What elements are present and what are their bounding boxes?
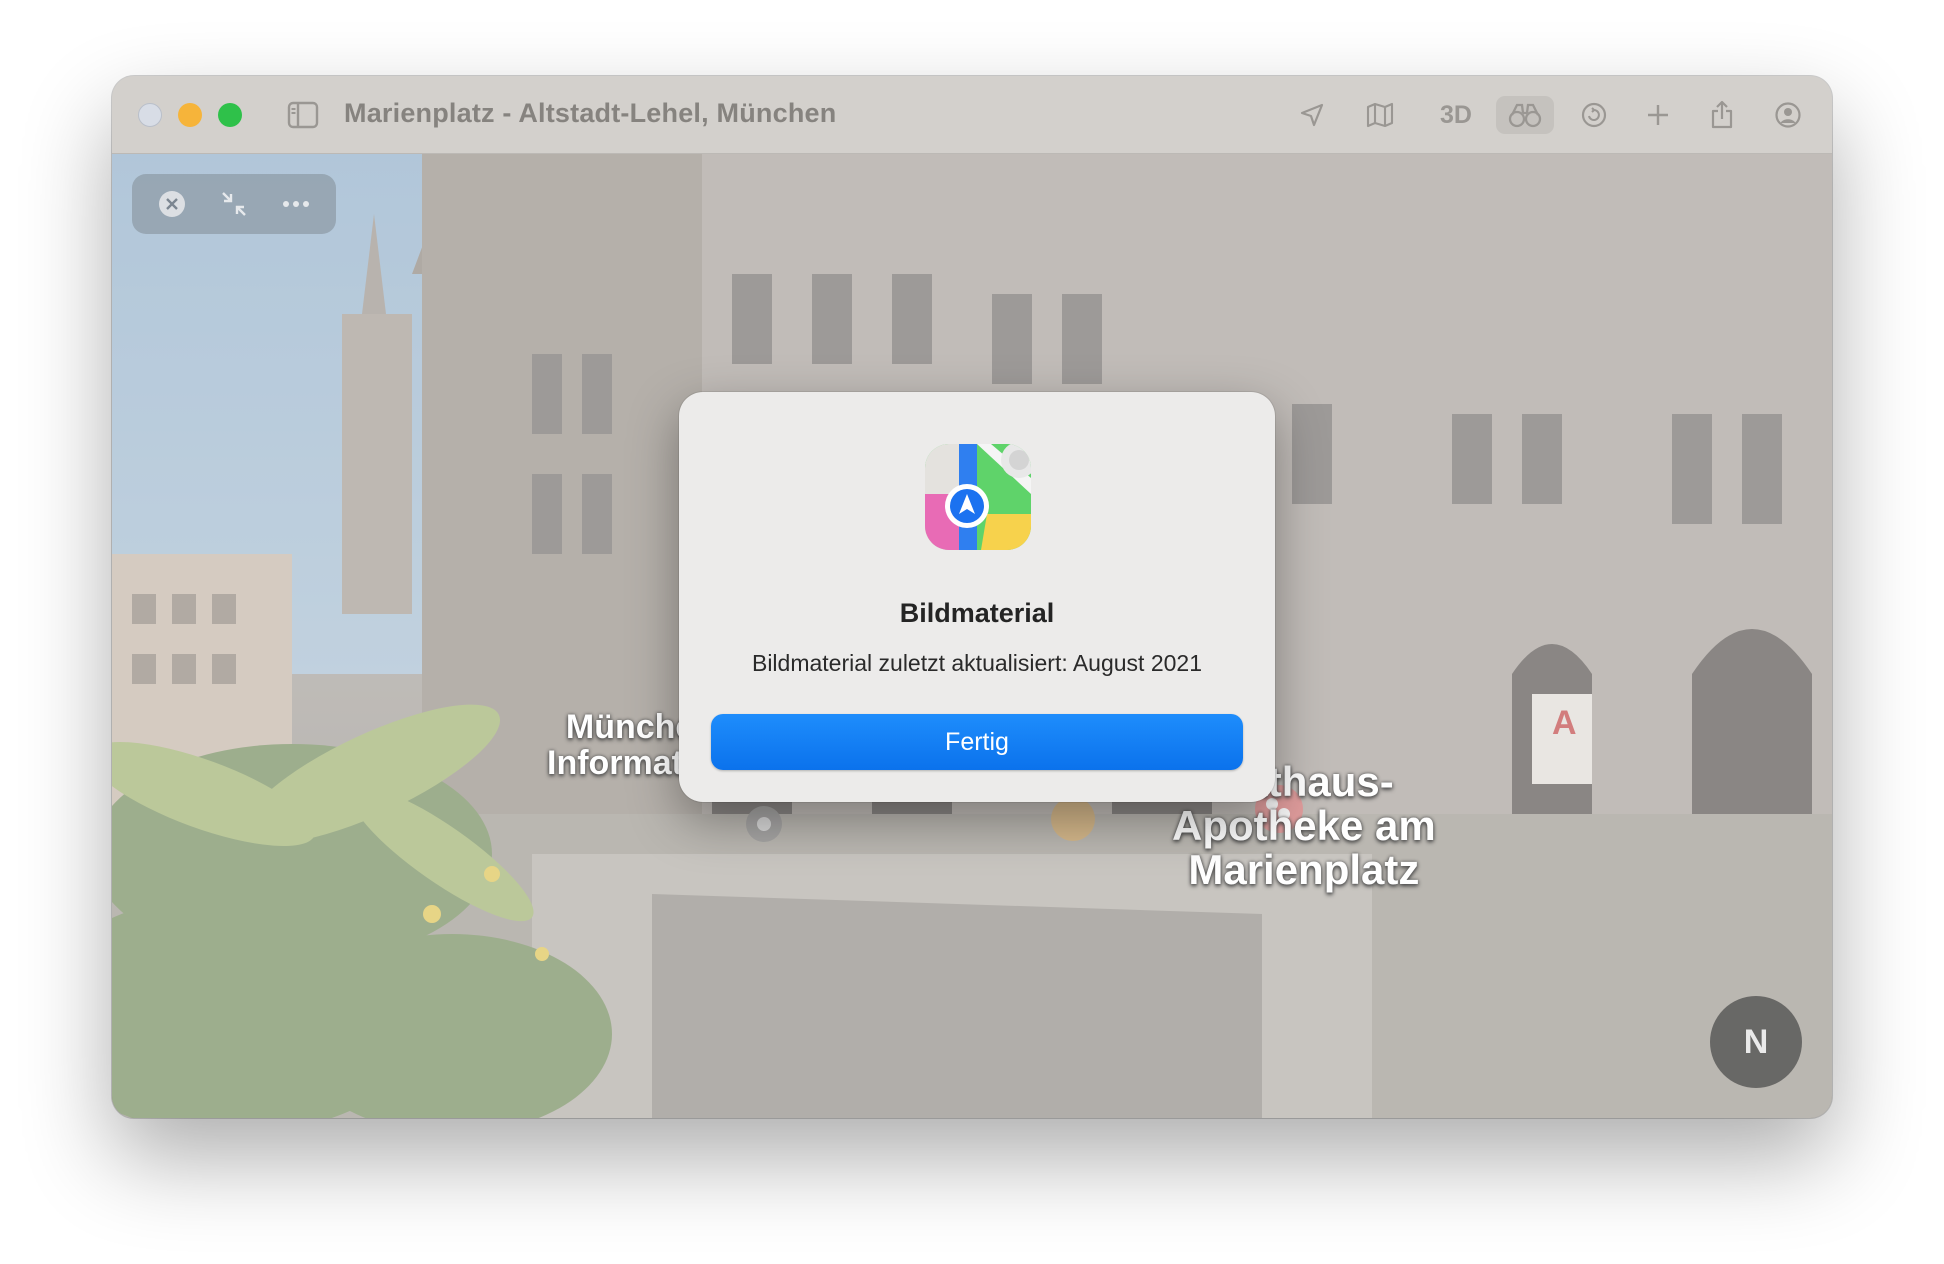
dialog-message: Bildmaterial zuletzt aktualisiert: Augus… [751,650,1203,676]
location-arrow-icon[interactable] [1292,96,1332,134]
binoculars-icon[interactable] [1496,96,1554,134]
zoom-window-button[interactable] [218,103,242,127]
3d-button[interactable]: 3D [1430,96,1482,134]
window-title: Marienplatz - Altstadt-Lehel, München [344,98,837,128]
maps-window: Marienplatz - Altstadt-Lehel, München 3D [112,76,1832,1118]
map-icon[interactable] [1360,96,1400,134]
sidebar-toggle-icon[interactable] [287,100,319,130]
account-icon[interactable] [1768,96,1808,134]
minimize-window-button[interactable] [178,103,202,127]
dialog-title: Bildmaterial [899,598,1055,628]
compass-label: N [1743,1022,1769,1061]
close-icon[interactable] [152,184,192,224]
compass[interactable]: N [1710,996,1802,1088]
imagery-info-dialog: Bildmaterial Bildmaterial zuletzt aktual… [679,392,1275,802]
share-icon[interactable] [1702,96,1742,134]
more-icon[interactable] [276,184,316,224]
add-icon[interactable] [1638,96,1678,134]
collapse-icon[interactable] [214,184,254,224]
maps-app-icon [925,444,1031,550]
done-button[interactable]: Fertig [711,714,1243,770]
look-around-controls [132,174,336,234]
title-bar: Marienplatz - Altstadt-Lehel, München 3D [112,76,1832,154]
close-window-button[interactable] [138,103,162,127]
rotate-icon[interactable] [1574,96,1614,134]
